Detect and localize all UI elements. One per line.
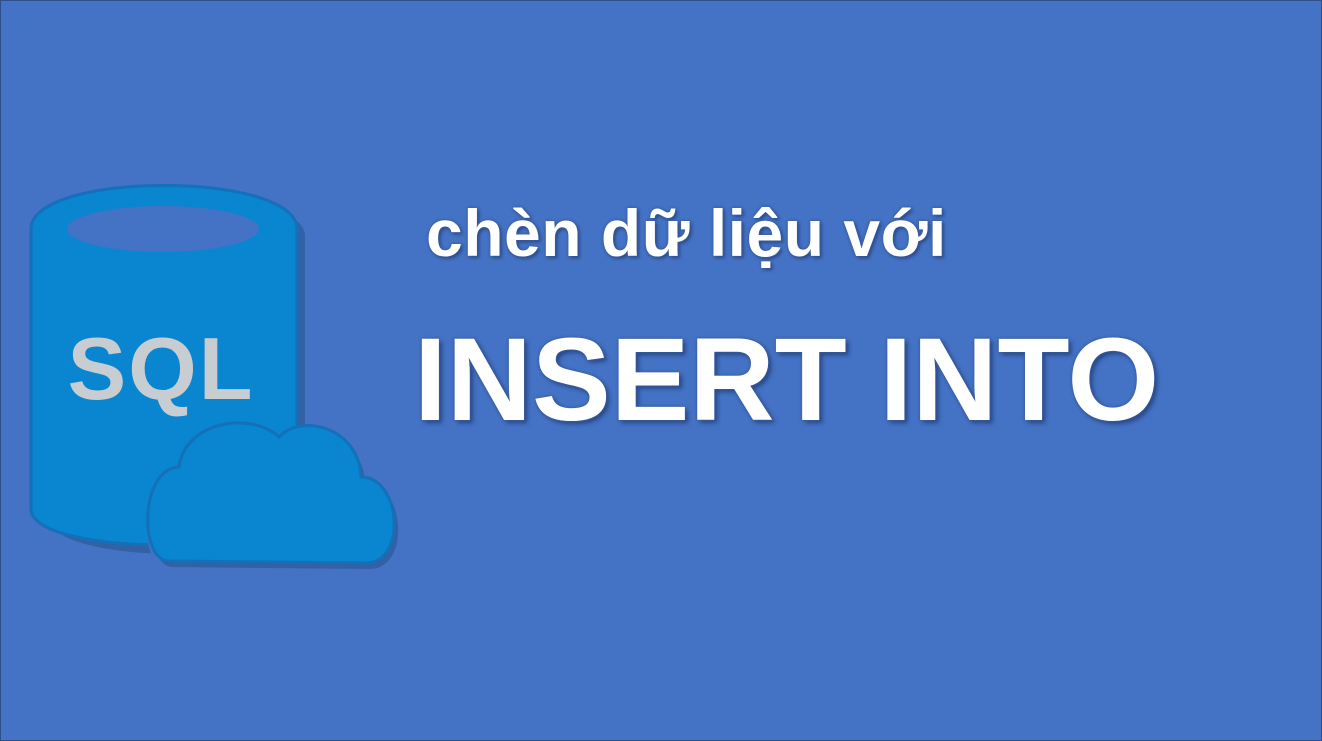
sql-label: SQL bbox=[68, 319, 255, 418]
subtitle-text: chèn dữ liệu với bbox=[426, 196, 947, 270]
sql-database-cloud-icon: SQL bbox=[29, 184, 399, 571]
headline-text: INSERT INTO bbox=[414, 314, 1160, 446]
title-slide: SQL chèn dữ liệu với INSERT INTO bbox=[0, 0, 1322, 741]
cylinder-top-ring bbox=[67, 206, 259, 252]
